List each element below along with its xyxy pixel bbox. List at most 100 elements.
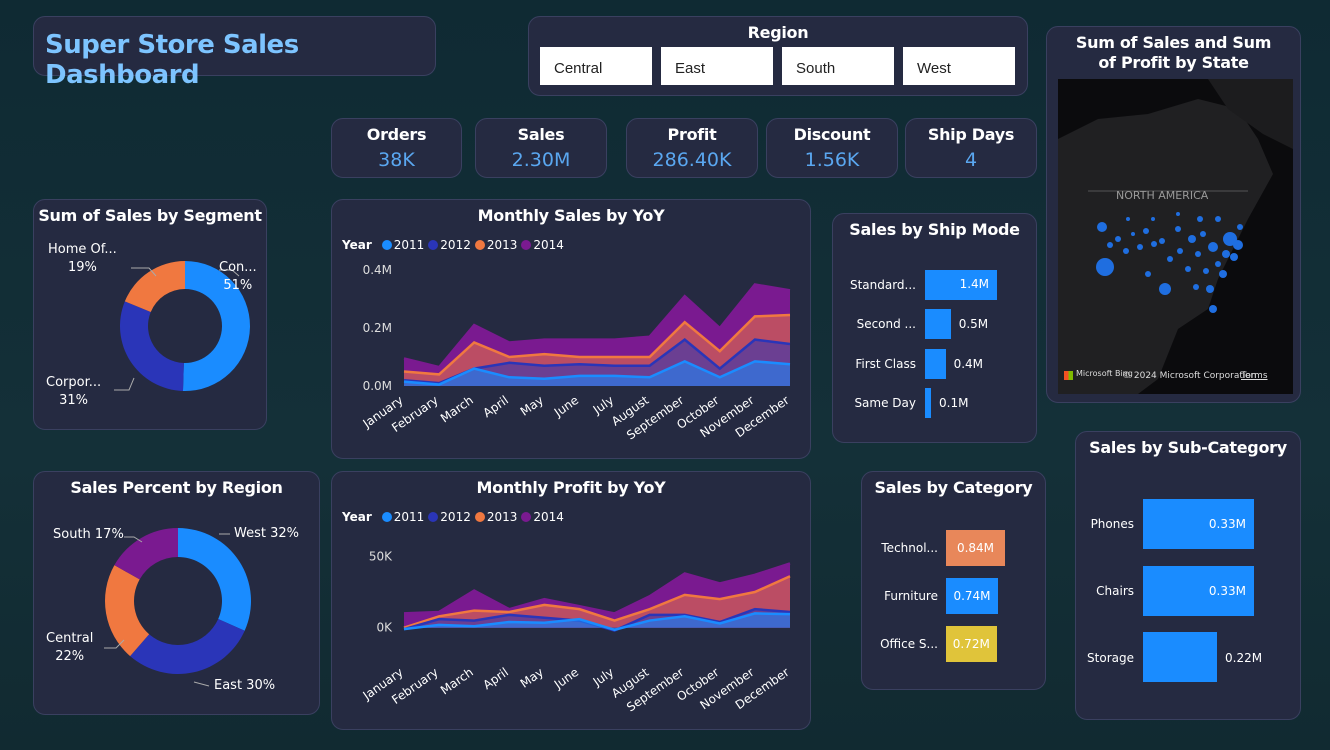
- kpi-discount-value: 1.56K: [804, 149, 860, 171]
- kpi-ship-days: Ship Days 4: [905, 118, 1037, 178]
- ship-mode-value: 0.4M: [953, 357, 983, 371]
- ship-mode-title: Sales by Ship Mode: [849, 220, 1020, 239]
- region-option-east[interactable]: East: [661, 47, 773, 85]
- region-slice[interactable]: [178, 528, 252, 631]
- sub-category-label: Phones: [1090, 517, 1134, 531]
- leader-line: [193, 681, 210, 687]
- monthly-profit-y-tick: 50K: [369, 549, 393, 563]
- region-donut-card: Sales Percent by Region West 32% East 30…: [33, 471, 320, 715]
- ship-mode-value: 0.1M: [939, 396, 969, 410]
- map-terms-link[interactable]: Terms: [1241, 371, 1268, 381]
- region-label-south: South 17%: [53, 527, 124, 542]
- segment-name-consumer: Con...: [219, 260, 257, 275]
- kpi-profit-value: 286.40K: [652, 149, 732, 171]
- region-pct-central: 22%: [55, 649, 85, 664]
- segment-slice[interactable]: [124, 261, 185, 312]
- category-bar[interactable]: 0.84M: [946, 530, 1005, 566]
- ship-mode-bar[interactable]: [925, 309, 951, 339]
- category-bar[interactable]: 0.74M: [946, 578, 998, 614]
- monthly-profit-card: Monthly Profit by YoY Year 2011 2012 2013 20…: [331, 471, 811, 730]
- segment-label-corporate: Corpor... 31%: [46, 374, 101, 410]
- monthly-profit-x-tick: April: [480, 665, 511, 692]
- page-title: Super Store Sales Dashboard: [45, 30, 299, 90]
- bing-logo: [1064, 371, 1073, 380]
- ship-mode-label: Second ...: [856, 317, 916, 331]
- monthly-profit-chart: 50K0KJanuaryFebruaryMarch April May June Jul…: [360, 549, 792, 714]
- segment-name-corporate: Corpor...: [46, 375, 102, 390]
- ship-mode-label: First Class: [855, 357, 916, 371]
- segment-pct-home: 19%: [67, 260, 97, 275]
- kpi-ship-days-value: 4: [964, 149, 978, 171]
- region-slicer: Region Central East South West: [528, 16, 1028, 96]
- leader-line: [114, 377, 135, 391]
- segment-pct-consumer: 51%: [223, 278, 253, 293]
- segment-name-home: Home Of...: [48, 242, 117, 257]
- kpi-sales-label: Sales: [517, 125, 565, 144]
- ship-mode-bar[interactable]: [925, 388, 931, 418]
- ship-mode-value: 0.5M: [958, 317, 989, 331]
- region-option-south[interactable]: South: [782, 47, 894, 85]
- category-label: Office S...: [880, 637, 938, 651]
- sub-category-bar[interactable]: [1143, 632, 1217, 682]
- segment-donut-card: Sum of Sales by Segment Home Of... 19% Co…: [33, 199, 267, 430]
- category-title: Sales by Category: [874, 478, 1033, 497]
- region-label: NORTH AMERICA: [1116, 189, 1209, 202]
- kpi-profit: Profit 286.40K: [626, 118, 758, 178]
- monthly-sales-y-tick: 0.2M: [363, 321, 392, 335]
- region-option-west[interactable]: West: [903, 47, 1015, 85]
- sub-category-bar[interactable]: 0.33M: [1143, 499, 1254, 549]
- kpi-discount-label: Discount: [793, 125, 871, 144]
- segment-label-home: Home Of... 19%: [48, 241, 117, 277]
- map-attribution: © 2024 Microsoft Corporation: [1122, 371, 1257, 381]
- category-label: Technol...: [881, 541, 938, 555]
- region-label-east: East 30%: [214, 678, 276, 693]
- kpi-profit-label: Profit: [667, 125, 717, 144]
- monthly-profit-x-tick: June: [551, 665, 581, 692]
- monthly-sales-card: Monthly Sales by YoY Year 2011 2012 2013 201…: [331, 199, 811, 459]
- ship-mode-card: Sales by Ship Mode Standard... 1.4M Seco…: [832, 213, 1037, 443]
- region-name-central: Central: [46, 631, 94, 646]
- monthly-profit-x-tick: March: [438, 665, 476, 697]
- region-label-central: Central 22%: [46, 630, 93, 666]
- ship-mode-bar[interactable]: 1.4M: [925, 270, 997, 300]
- map-view[interactable]: NORTH AMERICA Microsoft Bing © 2024 Micr…: [1058, 79, 1293, 394]
- monthly-profit-x-tick: May: [518, 665, 546, 691]
- sub-category-label: Chairs: [1096, 584, 1134, 598]
- kpi-sales: Sales 2.30M: [475, 118, 607, 178]
- kpi-orders-value: 38K: [378, 149, 415, 171]
- sub-category-card: Sales by Sub-Category Phones 0.33M Chair…: [1075, 431, 1301, 720]
- map-title: Sum of Sales and Sum of Profit by State: [1075, 33, 1272, 72]
- monthly-profit-y-tick: 0K: [376, 621, 393, 635]
- sub-category-bar[interactable]: 0.33M: [1143, 566, 1254, 616]
- ship-mode-bar[interactable]: [925, 349, 946, 379]
- map-card: Sum of Sales and Sum of Profit by State …: [1046, 26, 1301, 403]
- kpi-discount: Discount 1.56K: [766, 118, 898, 178]
- region-label-west: West 32%: [234, 526, 299, 541]
- region-slice[interactable]: [130, 618, 245, 674]
- monthly-sales-x-tick: April: [480, 393, 511, 420]
- ship-mode-value: 1.4M: [959, 277, 989, 291]
- category-card: Sales by Category Technol... 0.84M Furni…: [861, 471, 1046, 690]
- monthly-sales-y-tick: 0.0M: [363, 379, 392, 393]
- kpi-orders-label: Orders: [366, 125, 427, 144]
- region-donut-chart: [104, 528, 252, 687]
- ship-mode-label: Standard...: [849, 278, 916, 292]
- sub-category-value: 0.33M: [1208, 517, 1246, 531]
- category-value: 0.84M: [956, 541, 995, 555]
- kpi-sales-value: 2.30M: [511, 149, 571, 171]
- sub-category-label: Storage: [1087, 651, 1134, 665]
- kpi-orders: Orders 38K: [331, 118, 462, 178]
- monthly-sales-x-tick: May: [518, 393, 546, 419]
- dashboard-title-card: Super Store Sales Dashboard: [33, 16, 436, 90]
- map-svg: NORTH AMERICA: [1058, 79, 1293, 394]
- sub-category-title: Sales by Sub-Category: [1089, 438, 1287, 457]
- segment-slice[interactable]: [120, 301, 184, 391]
- region-option-central[interactable]: Central: [540, 47, 652, 85]
- region-slicer-title: Region: [747, 23, 809, 42]
- kpi-ship-days-label: Ship Days: [927, 125, 1015, 144]
- category-bar[interactable]: 0.72M: [946, 626, 997, 662]
- segment-pct-corporate: 31%: [59, 393, 89, 408]
- ship-mode-label: Same Day: [854, 396, 916, 410]
- sub-category-value: 0.22M: [1225, 651, 1263, 665]
- segment-label-consumer: Con... 51%: [219, 259, 257, 295]
